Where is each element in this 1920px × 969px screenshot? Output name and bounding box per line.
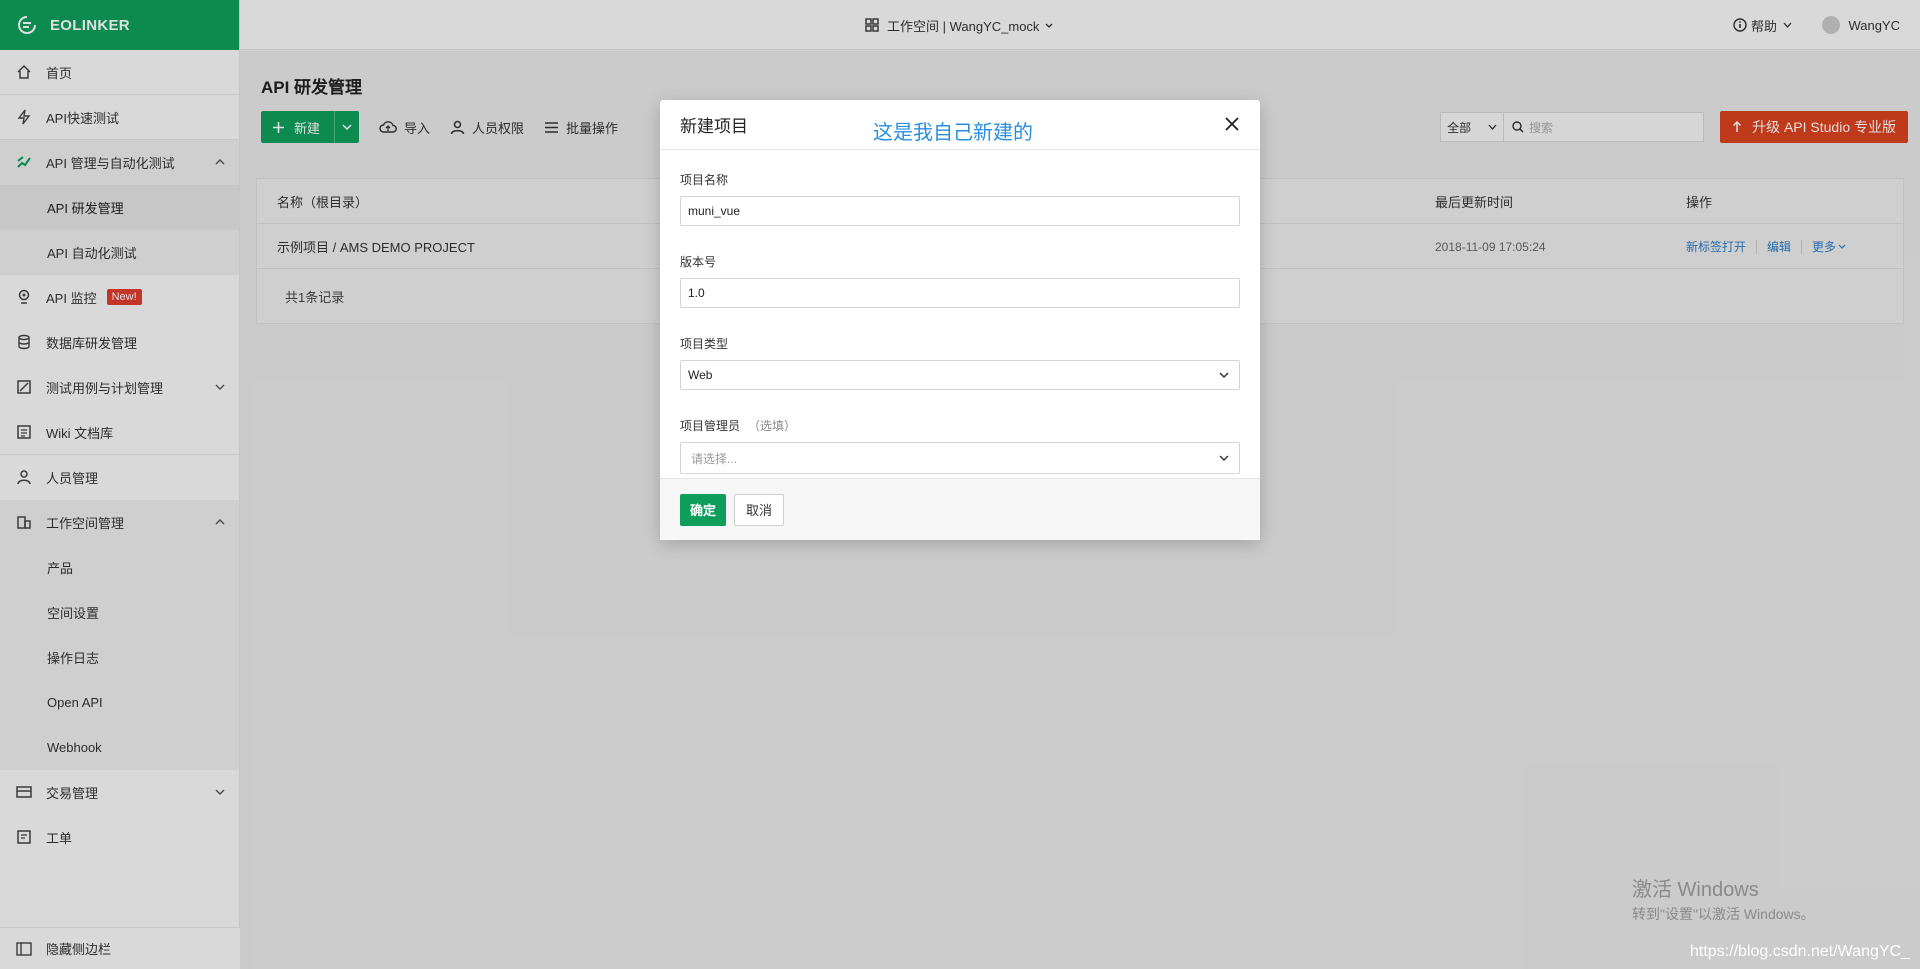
project-form: 项目名称 muni_vue 版本号 1.0 项目类型 Web 项目管理员 （选填… [660,170,1260,474]
manager-label-text: 项目管理员 [680,418,741,433]
dialog-footer: 确定 取消 [660,478,1260,540]
manager-label: 项目管理员 （选填） [680,416,1240,434]
project-name-input[interactable]: muni_vue [680,196,1240,226]
dialog-title: 新建项目 [680,117,748,136]
dialog-header: 新建项目 这是我自己新建的 [660,100,1260,150]
new-project-dialog: 新建项目 这是我自己新建的 项目名称 muni_vue 版本号 1.0 项目类型… [660,100,1260,540]
chevron-down-icon [1219,372,1229,378]
manager-select[interactable]: 请选择... [680,442,1240,474]
project-type-select[interactable]: Web [680,360,1240,390]
project-type-value: Web [688,368,713,382]
annotation-text: 这是我自己新建的 [873,122,1033,144]
optional-hint: （选填） [748,418,797,433]
version-input[interactable]: 1.0 [680,278,1240,308]
activation-subtitle: 转到"设置"以激活 Windows。 [1632,906,1815,922]
csdn-watermark: https://blog.csdn.net/WangYC_ [1690,943,1910,960]
chevron-down-icon [1219,455,1229,461]
project-type-label: 项目类型 [680,336,729,351]
version-label: 版本号 [680,254,717,269]
project-name-label: 项目名称 [680,172,729,187]
manager-placeholder: 请选择... [691,451,738,466]
windows-activation-watermark: 激活 Windows 转到"设置"以激活 Windows。 [1632,873,1815,924]
confirm-button[interactable]: 确定 [680,493,727,526]
cancel-button[interactable]: 取消 [734,493,785,526]
activation-title: 激活 Windows [1632,879,1759,901]
close-icon[interactable] [1222,114,1242,134]
